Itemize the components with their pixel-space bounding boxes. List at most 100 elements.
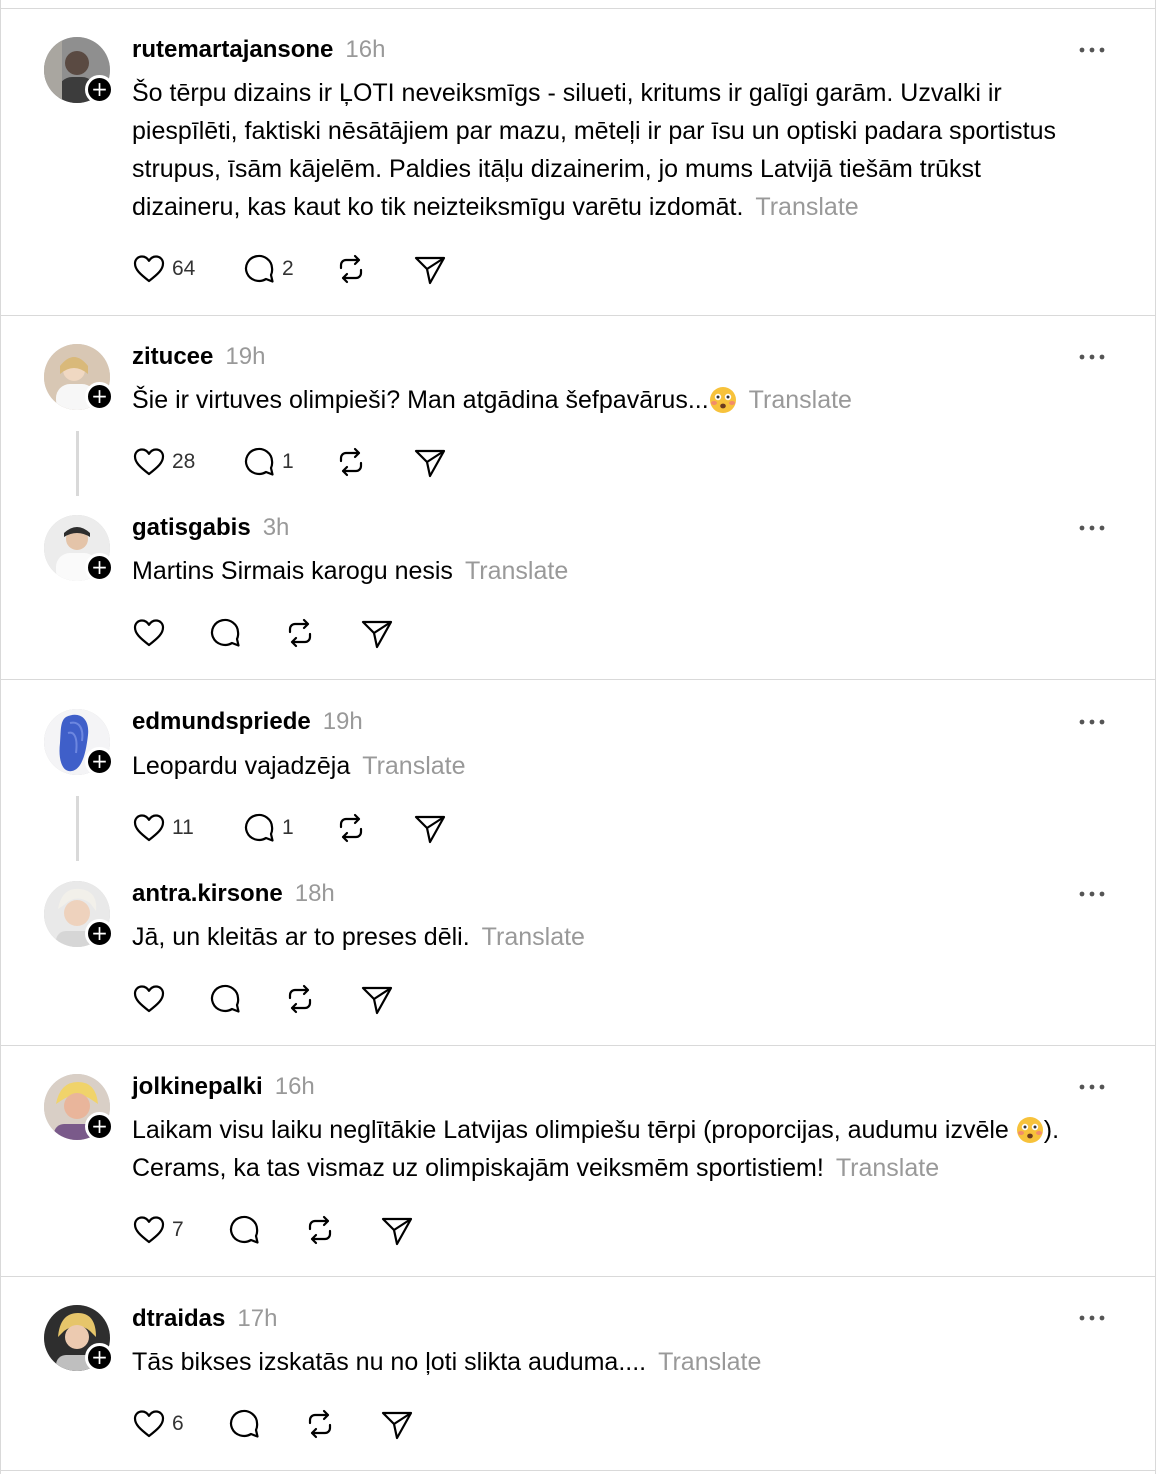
comment-icon bbox=[210, 984, 240, 1013]
share-button[interactable] bbox=[380, 1407, 414, 1441]
more-icon[interactable] bbox=[1077, 717, 1107, 727]
send-icon bbox=[414, 256, 446, 285]
heart-icon bbox=[133, 255, 165, 283]
more-icon[interactable] bbox=[1077, 45, 1107, 55]
flushed-face-emoji bbox=[1016, 1117, 1043, 1143]
username[interactable]: edmundspriede bbox=[132, 708, 311, 736]
heart-icon bbox=[133, 448, 165, 476]
comment-icon bbox=[210, 618, 240, 647]
repost-icon bbox=[339, 813, 363, 843]
follow-plus-icon[interactable]: + bbox=[85, 919, 114, 948]
more-icon[interactable] bbox=[1077, 1313, 1107, 1323]
post-text: Jā, un kleitās ar to preses dēli. Transla… bbox=[132, 918, 1092, 956]
divider bbox=[1, 1045, 1156, 1046]
like-count: 7 bbox=[172, 1218, 184, 1241]
username[interactable]: antra.kirsone bbox=[132, 880, 283, 908]
reply-button[interactable] bbox=[227, 1407, 261, 1441]
username[interactable]: dtraidas bbox=[132, 1305, 225, 1333]
reply-button[interactable] bbox=[227, 1213, 261, 1247]
reply-button[interactable]: 1 bbox=[242, 445, 294, 479]
like-button[interactable]: 11 bbox=[132, 811, 194, 845]
send-icon bbox=[414, 449, 446, 478]
translate-link[interactable]: Translate bbox=[755, 193, 858, 221]
translate-link[interactable]: Translate bbox=[658, 1348, 761, 1376]
comment-icon bbox=[244, 254, 274, 283]
like-count: 64 bbox=[172, 257, 196, 280]
share-button[interactable] bbox=[360, 616, 394, 650]
like-button[interactable]: 7 bbox=[132, 1213, 184, 1247]
heart-icon bbox=[133, 619, 165, 647]
username[interactable]: rutemartajansone bbox=[132, 36, 333, 64]
timestamp[interactable]: 3h bbox=[263, 514, 290, 542]
timestamp[interactable]: 16h bbox=[275, 1073, 315, 1101]
divider bbox=[1, 1276, 1156, 1277]
username[interactable]: gatisgabis bbox=[132, 514, 251, 542]
post-body: Šie ir virtuves olimpieši? Man atgādina … bbox=[132, 386, 709, 414]
like-button[interactable]: 28 bbox=[132, 445, 195, 479]
post-body: Tās bikses izskatās nu no ļoti slikta au… bbox=[132, 1348, 647, 1376]
translate-link[interactable]: Translate bbox=[465, 557, 568, 585]
send-icon bbox=[381, 1411, 413, 1440]
like-button[interactable]: 64 bbox=[132, 252, 195, 286]
translate-link[interactable]: Translate bbox=[749, 386, 852, 414]
share-button[interactable] bbox=[360, 982, 394, 1016]
like-count: 11 bbox=[172, 816, 194, 839]
follow-plus-icon[interactable]: + bbox=[85, 747, 114, 776]
divider bbox=[1, 679, 1156, 680]
translate-link[interactable]: Translate bbox=[362, 752, 465, 780]
divider bbox=[1, 1470, 1156, 1471]
follow-plus-icon[interactable]: + bbox=[85, 1343, 114, 1372]
more-icon[interactable] bbox=[1077, 352, 1107, 362]
like-button[interactable] bbox=[132, 982, 166, 1016]
repost-button[interactable] bbox=[283, 982, 317, 1016]
repost-button[interactable] bbox=[303, 1213, 337, 1247]
repost-button[interactable] bbox=[283, 616, 317, 650]
timestamp[interactable]: 18h bbox=[295, 880, 335, 908]
repost-button[interactable] bbox=[334, 445, 368, 479]
timestamp[interactable]: 16h bbox=[345, 36, 385, 64]
more-icon[interactable] bbox=[1077, 889, 1107, 899]
flushed-face-emoji bbox=[709, 387, 736, 413]
repost-icon bbox=[339, 447, 363, 477]
post-text: Laikam visu laiku neglītākie Latvijas ol… bbox=[132, 1111, 1092, 1187]
like-button[interactable] bbox=[132, 616, 166, 650]
post-body: Šo tērpu dizains ir ĻOTI neveiksmīgs - s… bbox=[132, 79, 1057, 221]
timestamp[interactable]: 19h bbox=[323, 708, 363, 736]
divider bbox=[1, 315, 1156, 316]
follow-plus-icon[interactable]: + bbox=[85, 553, 114, 582]
follow-plus-icon[interactable]: + bbox=[85, 382, 114, 411]
thread-line bbox=[76, 796, 79, 861]
send-icon bbox=[361, 986, 393, 1015]
reply-button[interactable] bbox=[208, 982, 242, 1016]
username[interactable]: jolkinepalki bbox=[132, 1073, 263, 1101]
share-button[interactable] bbox=[380, 1213, 414, 1247]
threads-reply-feed: + rutemartajansone 16h Šo tērpu dizains … bbox=[0, 0, 1156, 1474]
reply-button[interactable]: 1 bbox=[242, 811, 294, 845]
comment-icon bbox=[229, 1215, 259, 1244]
repost-button[interactable] bbox=[334, 811, 368, 845]
share-button[interactable] bbox=[413, 445, 447, 479]
more-icon[interactable] bbox=[1077, 1082, 1107, 1092]
reply-count: 2 bbox=[282, 257, 294, 280]
repost-icon bbox=[308, 1215, 332, 1245]
post-text: Leopardu vajadzēja Translate bbox=[132, 747, 1092, 785]
timestamp[interactable]: 17h bbox=[237, 1305, 277, 1333]
share-button[interactable] bbox=[413, 252, 447, 286]
more-icon[interactable] bbox=[1077, 523, 1107, 533]
like-count: 28 bbox=[172, 450, 196, 473]
send-icon bbox=[414, 815, 446, 844]
translate-link[interactable]: Translate bbox=[836, 1154, 939, 1182]
reply-button[interactable] bbox=[208, 616, 242, 650]
translate-link[interactable]: Translate bbox=[482, 923, 585, 951]
post-body-part-1: Laikam visu laiku neglītākie Latvijas ol… bbox=[132, 1116, 1009, 1144]
follow-plus-icon[interactable]: + bbox=[85, 75, 114, 104]
username[interactable]: zitucee bbox=[132, 343, 213, 371]
repost-button[interactable] bbox=[334, 252, 368, 286]
follow-plus-icon[interactable]: + bbox=[85, 1112, 114, 1141]
timestamp[interactable]: 19h bbox=[225, 343, 265, 371]
repost-button[interactable] bbox=[303, 1407, 337, 1441]
like-button[interactable]: 6 bbox=[132, 1407, 184, 1441]
reply-button[interactable]: 2 bbox=[242, 252, 294, 286]
share-button[interactable] bbox=[413, 811, 447, 845]
heart-icon bbox=[133, 985, 165, 1013]
